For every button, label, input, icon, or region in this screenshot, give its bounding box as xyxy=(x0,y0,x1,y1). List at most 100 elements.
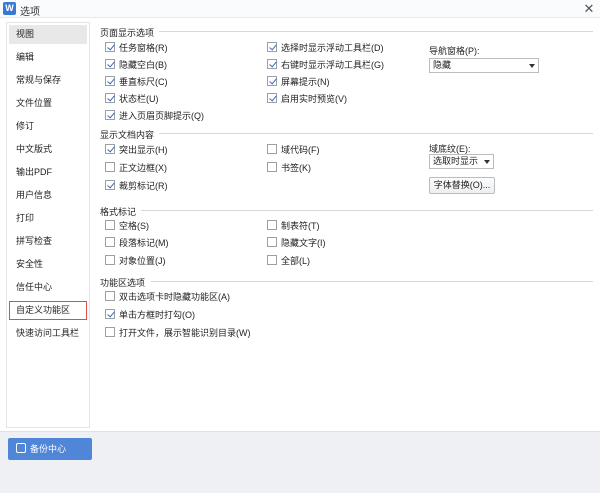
checkbox-label: 空格(S) xyxy=(119,221,149,231)
checkbox-box[interactable] xyxy=(105,162,115,172)
section-divider xyxy=(159,31,593,32)
section-title-ribbon: 功能区选项 xyxy=(100,278,146,288)
checkbox-hidden-text[interactable]: 隐藏文字(I) xyxy=(267,237,326,250)
checkbox-dblclick-hide-ribbon[interactable]: 双击选项卡时隐藏功能区(A) xyxy=(105,291,230,304)
font-replace-button[interactable]: 字体替换(O)... xyxy=(429,177,495,194)
checkbox-label: 隐藏文字(I) xyxy=(281,238,326,248)
sidebar-item-security[interactable]: 安全性 xyxy=(9,255,87,274)
checkbox-label: 双击选项卡时隐藏功能区(A) xyxy=(119,292,230,302)
checkbox-object-anchors[interactable]: 对象位置(J) xyxy=(105,255,166,268)
checkbox-label: 选择时显示浮动工具栏(D) xyxy=(281,43,384,53)
backup-center-button[interactable]: 备份中心 xyxy=(8,438,92,460)
checkbox-box[interactable] xyxy=(267,76,277,86)
sidebar-item-file-location[interactable]: 文件位置 xyxy=(9,94,87,113)
checkbox-vertical-ruler[interactable]: 垂直标尺(C) xyxy=(105,76,168,89)
sidebar-item-revision[interactable]: 修订 xyxy=(9,117,87,136)
sidebar-item-general-save[interactable]: 常规与保存 xyxy=(9,71,87,90)
checkbox-header-footer-tip[interactable]: 进入页眉页脚提示(Q) xyxy=(105,110,204,123)
checkbox-label: 进入页眉页脚提示(Q) xyxy=(119,111,204,121)
checkbox-box[interactable] xyxy=(105,237,115,247)
checkbox-live-preview[interactable]: 启用实时预览(V) xyxy=(267,93,347,106)
close-icon[interactable]: ✕ xyxy=(581,1,597,17)
checkbox-label: 启用实时预览(V) xyxy=(281,94,347,104)
sidebar-item-customize-ribbon[interactable]: 自定义功能区 xyxy=(9,301,87,320)
title-bar: W 选项 ✕ xyxy=(0,0,600,18)
checkbox-box[interactable] xyxy=(105,180,115,190)
field-shading-value: 选取时显示 xyxy=(433,156,479,166)
sidebar-item-output-pdf[interactable]: 输出PDF xyxy=(9,163,87,182)
checkbox-box[interactable] xyxy=(267,93,277,103)
checkbox-label: 段落标记(M) xyxy=(119,238,169,248)
section-title-doc-content: 显示文档内容 xyxy=(100,130,155,140)
checkbox-label: 对象位置(J) xyxy=(119,256,166,266)
sidebar-item-user-info[interactable]: 用户信息 xyxy=(9,186,87,205)
checkbox-label: 书签(K) xyxy=(281,163,311,173)
checkbox-label: 正文边框(X) xyxy=(119,163,167,173)
checkbox-box[interactable] xyxy=(105,144,115,154)
sidebar-item-print[interactable]: 打印 xyxy=(9,209,87,228)
checkbox-label: 屏幕提示(N) xyxy=(281,77,330,87)
checkbox-label: 域代码(F) xyxy=(281,145,320,155)
checkbox-box[interactable] xyxy=(105,291,115,301)
chevron-down-icon xyxy=(529,64,535,68)
section-title-page-display: 页面显示选项 xyxy=(100,28,155,38)
sidebar-item-trust-center[interactable]: 信任中心 xyxy=(9,278,87,297)
checkbox-screen-tips[interactable]: 屏幕提示(N) xyxy=(267,76,330,89)
section-divider xyxy=(159,133,593,134)
checkbox-crop-marks[interactable]: 裁剪标记(R) xyxy=(105,180,168,193)
checkbox-box[interactable] xyxy=(105,220,115,230)
sidebar-item-edit[interactable]: 编辑 xyxy=(9,48,87,67)
checkbox-box[interactable] xyxy=(105,327,115,337)
nav-pane-select[interactable]: 隐藏 xyxy=(429,58,539,73)
checkbox-box[interactable] xyxy=(267,162,277,172)
checkbox-task-pane[interactable]: 任务窗格(R) xyxy=(105,42,168,55)
checkbox-box[interactable] xyxy=(105,110,115,120)
checkbox-box[interactable] xyxy=(105,309,115,319)
checkbox-text-boundaries[interactable]: 正文边框(X) xyxy=(105,162,167,175)
checkbox-label: 隐藏空白(B) xyxy=(119,60,167,70)
checkbox-box[interactable] xyxy=(267,255,277,265)
checkbox-tab-characters[interactable]: 制表符(T) xyxy=(267,220,320,233)
field-shading-select[interactable]: 选取时显示 xyxy=(429,154,494,169)
app-icon: W xyxy=(3,2,16,15)
checkbox-float-toolbar-rightclick[interactable]: 右键时显示浮动工具栏(G) xyxy=(267,59,384,72)
checkbox-label: 打开文件，展示智能识别目录(W) xyxy=(119,328,251,338)
checkbox-box[interactable] xyxy=(267,220,277,230)
sidebar-item-view[interactable]: 视图 xyxy=(9,25,87,44)
checkbox-box[interactable] xyxy=(105,42,115,52)
checkbox-label: 全部(L) xyxy=(281,256,310,266)
sidebar-item-spell-check[interactable]: 拼写检查 xyxy=(9,232,87,251)
checkbox-box[interactable] xyxy=(267,59,277,69)
checkbox-box[interactable] xyxy=(105,76,115,86)
checkbox-label: 垂直标尺(C) xyxy=(119,77,168,87)
backup-icon xyxy=(16,443,26,453)
checkbox-label: 单击方框时打勾(O) xyxy=(119,310,195,320)
checkbox-spaces[interactable]: 空格(S) xyxy=(105,220,149,233)
checkbox-box[interactable] xyxy=(105,59,115,69)
checkbox-label: 任务窗格(R) xyxy=(119,43,168,53)
checkbox-status-bar[interactable]: 状态栏(U) xyxy=(105,93,159,106)
checkbox-box[interactable] xyxy=(105,93,115,103)
checkbox-box[interactable] xyxy=(105,255,115,265)
checkbox-label: 突出显示(H) xyxy=(119,145,168,155)
checkbox-bookmarks[interactable]: 书签(K) xyxy=(267,162,311,175)
checkbox-paragraph-marks[interactable]: 段落标记(M) xyxy=(105,237,169,250)
window-title: 选项 xyxy=(20,7,40,18)
sidebar-item-quick-access-toolbar[interactable]: 快速访问工具栏 xyxy=(9,324,87,343)
section-title-format-marks: 格式标记 xyxy=(100,207,137,217)
section-divider xyxy=(141,210,593,211)
sidebar: 视图 编辑 常规与保存 文件位置 修订 中文版式 输出PDF 用户信息 打印 拼… xyxy=(6,22,90,428)
nav-pane-value: 隐藏 xyxy=(433,60,452,70)
checkbox-all-marks[interactable]: 全部(L) xyxy=(267,255,310,268)
sidebar-item-chinese-layout[interactable]: 中文版式 xyxy=(9,140,87,159)
checkbox-smart-toc[interactable]: 打开文件，展示智能识别目录(W) xyxy=(105,327,251,340)
checkbox-highlight[interactable]: 突出显示(H) xyxy=(105,144,168,157)
checkbox-click-box-tick[interactable]: 单击方框时打勾(O) xyxy=(105,309,195,322)
checkbox-float-toolbar-select[interactable]: 选择时显示浮动工具栏(D) xyxy=(267,42,384,55)
checkbox-box[interactable] xyxy=(267,42,277,52)
checkbox-label: 右键时显示浮动工具栏(G) xyxy=(281,60,384,70)
checkbox-box[interactable] xyxy=(267,144,277,154)
checkbox-box[interactable] xyxy=(267,237,277,247)
checkbox-hide-blank[interactable]: 隐藏空白(B) xyxy=(105,59,167,72)
checkbox-field-codes[interactable]: 域代码(F) xyxy=(267,144,320,157)
